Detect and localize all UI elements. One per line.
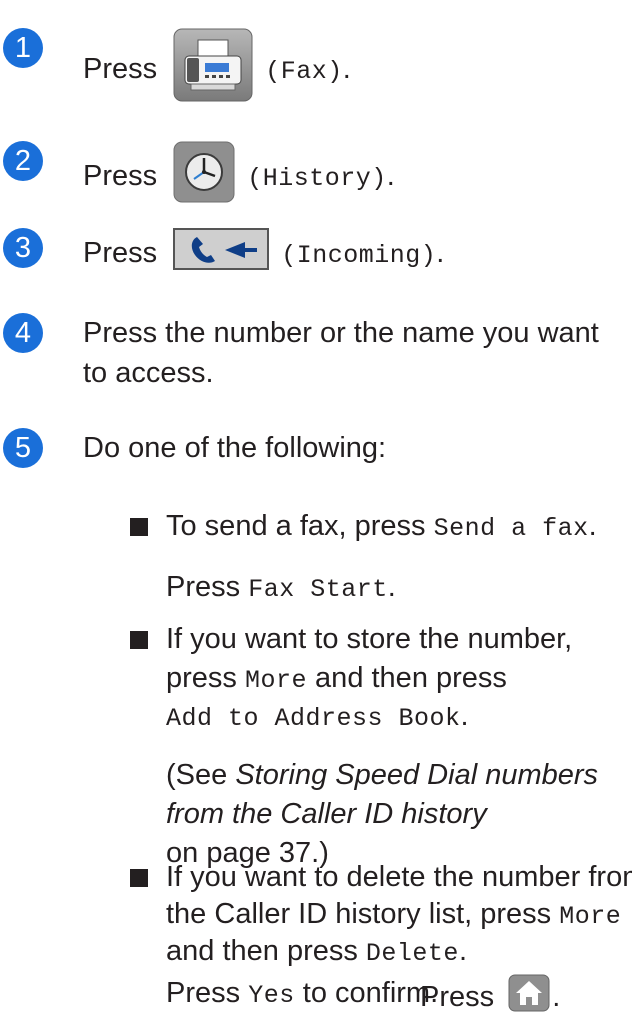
- home-line: Press .: [420, 974, 560, 1023]
- step-period: .: [436, 237, 445, 270]
- bullet-3-line1: If you want to delete the number from: [166, 861, 632, 893]
- step-number: 4: [3, 313, 43, 353]
- confirm-line-visible: Press Yes to confirm.: [166, 977, 439, 1010]
- step-text: Do one of the following:: [83, 432, 387, 464]
- step-number: 1: [3, 28, 43, 68]
- bullet-1-line2: Press Fax Start.: [166, 571, 396, 604]
- bullet-3-line2: the Caller ID history list, press More: [166, 898, 622, 931]
- incoming-icon: [173, 228, 270, 281]
- bullet-1-line1: To send a fax, press Send a fax.: [166, 510, 597, 543]
- step-text: Press: [83, 160, 158, 193]
- step-text-line1: Press the number or the name you want: [83, 317, 599, 349]
- home-icon: [508, 974, 550, 1023]
- step-period: .: [342, 53, 351, 86]
- bullet-2-line1: If you want to store the number,: [166, 623, 573, 655]
- bullet-marker: [130, 869, 148, 887]
- step-2: 2 Press (History).: [0, 118, 632, 203]
- step-text-line2: to access.: [83, 357, 214, 389]
- bullet-marker: [130, 518, 148, 536]
- step-5: 5 Do one of the following:: [0, 420, 632, 480]
- bullet-2-line2: press More and then press: [166, 662, 507, 695]
- add-to-address-book-code: Add to Address Book: [166, 704, 461, 733]
- step-3: 3 Press (Incoming).: [0, 216, 632, 276]
- fax-code: (Fax): [265, 57, 343, 87]
- see-reference-line2: from the Caller ID history: [166, 798, 487, 830]
- incoming-code: (Incoming): [281, 241, 437, 271]
- bullet-marker: [130, 631, 148, 649]
- fax-start-code: Fax Start: [248, 575, 388, 604]
- history-icon: [173, 141, 235, 214]
- yes-code: Yes: [248, 981, 295, 1010]
- step-text: Press: [83, 53, 158, 86]
- bullet-2-line3: Add to Address Book.: [166, 700, 469, 733]
- step-period: .: [386, 160, 395, 193]
- more-code: More: [244, 666, 307, 695]
- bullet-3-line3: and then press Delete.: [166, 935, 467, 968]
- more-code: More: [559, 902, 622, 931]
- see-reference-line1: (See Storing Speed Dial numbers: [166, 759, 599, 791]
- step-text: Press: [83, 237, 158, 270]
- history-code: (History): [247, 164, 387, 194]
- step-number: 2: [3, 141, 43, 181]
- step-number: 3: [3, 228, 43, 268]
- step-number: 5: [3, 428, 43, 468]
- step-4: 4 Press the number or the name you want …: [0, 305, 632, 405]
- fax-icon: [173, 28, 253, 113]
- step-1: 1 Press (Fax).: [0, 8, 632, 102]
- delete-code: Delete: [365, 939, 459, 968]
- send-a-fax-code: Send a fax: [433, 514, 589, 543]
